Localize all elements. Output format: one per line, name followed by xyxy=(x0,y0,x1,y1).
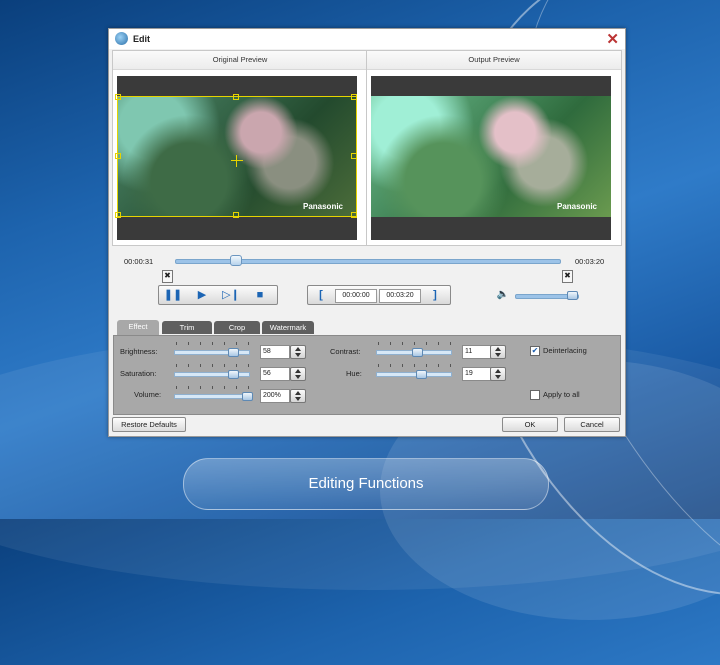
crop-center-crosshair[interactable] xyxy=(231,155,243,167)
brightness-slider-thumb[interactable] xyxy=(228,348,239,357)
saturation-slider-thumb[interactable] xyxy=(228,370,239,379)
clip-end-field[interactable]: 00:03:20 xyxy=(379,289,421,303)
hue-label: Hue: xyxy=(346,369,362,378)
current-time: 00:00:31 xyxy=(124,257,154,266)
playback-controls: ❚❚ ▶ ▷❙ ■ xyxy=(158,285,278,305)
effect-panel: Brightness: 58 Saturation: 56 Volume: 20… xyxy=(113,335,621,415)
brightness-value[interactable]: 58 xyxy=(260,345,290,359)
brightness-ticks xyxy=(176,342,250,345)
volume-label: Volume: xyxy=(134,390,162,399)
volume-value[interactable]: 200% xyxy=(260,389,290,403)
hue-slider[interactable] xyxy=(376,372,452,377)
crop-handle-top-left[interactable] xyxy=(115,94,121,100)
caption-banner: Editing Functions xyxy=(183,458,549,510)
apply-to-all-label: Apply to all xyxy=(543,390,580,399)
pause-icon[interactable]: ❚❚ xyxy=(159,286,187,304)
set-end-icon[interactable]: ] xyxy=(421,286,449,304)
hue-ticks xyxy=(378,364,452,367)
set-start-icon[interactable]: [ xyxy=(307,286,335,304)
volume-icon[interactable]: 🔈 xyxy=(489,286,517,304)
window-title: Edit xyxy=(133,34,150,44)
brightness-spinner[interactable] xyxy=(290,345,306,359)
contrast-slider-thumb[interactable] xyxy=(412,348,423,357)
cancel-button[interactable]: Cancel xyxy=(564,417,620,432)
tab-effect[interactable]: Effect xyxy=(117,320,159,335)
crop-handle-bottom[interactable] xyxy=(233,212,239,218)
crop-handle-top-right[interactable] xyxy=(351,94,357,100)
output-preview-label: Output Preview xyxy=(367,51,621,70)
title-bar: Edit ✕ xyxy=(109,29,625,49)
deinterlacing-label: Deinterlacing xyxy=(543,346,587,355)
effect-volume-slider[interactable] xyxy=(174,394,250,399)
volume-spinner[interactable] xyxy=(290,389,306,403)
seek-thumb[interactable] xyxy=(229,255,242,266)
volume-ticks xyxy=(176,386,250,389)
tab-crop[interactable]: Crop xyxy=(214,321,260,334)
tab-watermark[interactable]: Watermark xyxy=(262,321,314,334)
hue-slider-thumb[interactable] xyxy=(416,370,427,379)
crop-handle-left[interactable] xyxy=(115,153,121,159)
saturation-spinner[interactable] xyxy=(290,367,306,381)
original-preview-pane: Original Preview Panasonic xyxy=(112,50,368,246)
start-marker-icon[interactable]: ✖ xyxy=(162,270,173,283)
saturation-ticks xyxy=(176,364,250,367)
crop-handle-bottom-right[interactable] xyxy=(351,212,357,218)
end-marker-icon[interactable]: ✖ xyxy=(562,270,573,283)
tab-trim[interactable]: Trim xyxy=(162,321,212,334)
saturation-value[interactable]: 56 xyxy=(260,367,290,381)
close-icon[interactable]: ✕ xyxy=(606,30,619,48)
apply-to-all-checkbox[interactable] xyxy=(530,390,540,400)
saturation-label: Saturation: xyxy=(120,369,157,378)
original-video-screen: Panasonic xyxy=(115,76,357,240)
video-watermark: Panasonic xyxy=(556,202,597,211)
output-video-screen: Panasonic xyxy=(371,76,611,240)
effect-volume-slider-thumb[interactable] xyxy=(242,392,253,401)
app-icon xyxy=(115,32,128,45)
ok-button[interactable]: OK xyxy=(502,417,558,432)
contrast-label: Contrast: xyxy=(330,347,361,356)
original-preview-label: Original Preview xyxy=(113,51,367,70)
crop-handle-top[interactable] xyxy=(233,94,239,100)
crop-handle-bottom-left[interactable] xyxy=(115,212,121,218)
hue-spinner[interactable] xyxy=(490,367,506,381)
contrast-value[interactable]: 11 xyxy=(462,345,492,359)
output-video-frame: Panasonic xyxy=(371,96,611,217)
crop-handle-right[interactable] xyxy=(351,153,357,159)
volume-slider-thumb[interactable] xyxy=(566,291,578,300)
contrast-ticks xyxy=(378,342,452,345)
next-frame-icon[interactable]: ▷❙ xyxy=(217,286,245,304)
output-preview-pane: Output Preview Panasonic xyxy=(366,50,622,246)
play-icon[interactable]: ▶ xyxy=(188,286,216,304)
contrast-spinner[interactable] xyxy=(490,345,506,359)
edit-window: Edit ✕ Original Preview Panasonic Output… xyxy=(108,28,626,437)
hue-value[interactable]: 19 xyxy=(462,367,492,381)
total-time: 00:03:20 xyxy=(575,257,605,266)
deinterlacing-checkbox[interactable]: ✔ xyxy=(530,346,540,356)
brightness-label: Brightness: xyxy=(120,347,158,356)
restore-defaults-button[interactable]: Restore Defaults xyxy=(112,417,186,432)
clip-start-field[interactable]: 00:00:00 xyxy=(335,289,377,303)
stop-icon[interactable]: ■ xyxy=(246,286,274,304)
